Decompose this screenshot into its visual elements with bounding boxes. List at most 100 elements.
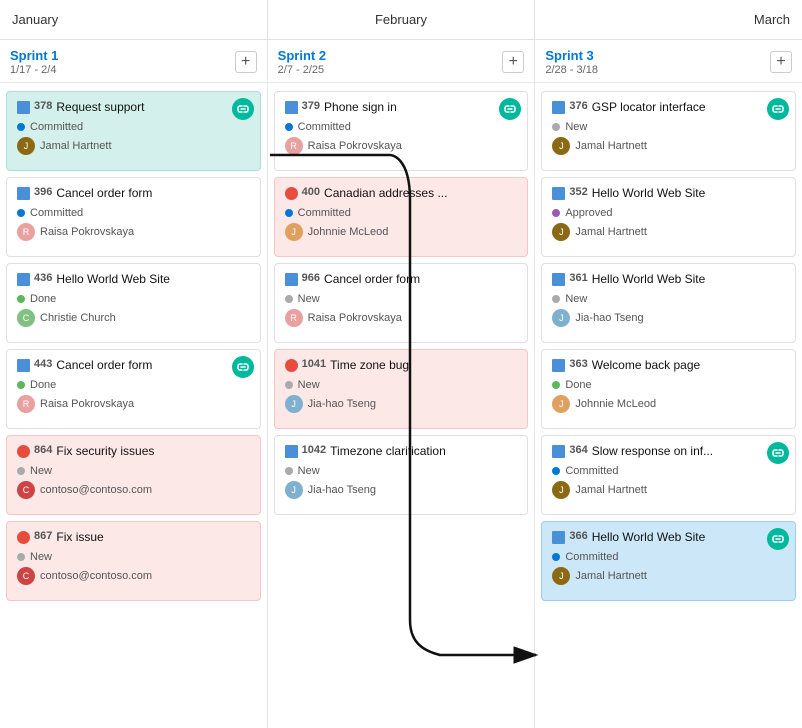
link-icon-364[interactable]: [767, 442, 789, 464]
task-icon: [552, 445, 565, 458]
card-363: 363 Welcome back page Done J Johnnie McL…: [541, 349, 796, 429]
status-dot: [17, 467, 25, 475]
sprint-2-column: Sprint 2 2/7 - 2/25 + 379 Phone sign in: [268, 40, 536, 728]
status-dot: [552, 123, 560, 131]
month-label-february: February: [375, 12, 427, 27]
bug-icon: [285, 359, 298, 372]
month-march: March: [535, 0, 802, 39]
status-dot: [17, 553, 25, 561]
task-icon: [285, 273, 298, 286]
card-966: 966 Cancel order form New R Raisa Pokrov…: [274, 263, 529, 343]
task-icon: [552, 531, 565, 544]
task-icon: [285, 101, 298, 114]
status-dot: [552, 209, 560, 217]
bug-icon: [17, 445, 30, 458]
card-864: 864 Fix security issues New C contoso@co…: [6, 435, 261, 515]
card-400: 400 Canadian addresses ... Committed J J…: [274, 177, 529, 257]
card-867: 867 Fix issue New C contoso@contoso.com: [6, 521, 261, 601]
sprint-2-header: Sprint 2 2/7 - 2/25 +: [268, 40, 535, 83]
month-january: January: [0, 0, 268, 39]
status-dot: [285, 123, 293, 131]
sprint-3-column: Sprint 3 2/28 - 3/18 + 376 GSP locator i…: [535, 40, 802, 728]
sprint-3-add-button[interactable]: +: [770, 51, 792, 73]
card-364: 364 Slow response on inf... Committed J …: [541, 435, 796, 515]
status-dot: [17, 123, 25, 131]
bug-icon: [285, 187, 298, 200]
card-366: 366 Hello World Web Site Committed J Jam…: [541, 521, 796, 601]
task-icon: [552, 187, 565, 200]
avatar: C: [17, 309, 35, 327]
avatar: J: [285, 223, 303, 241]
avatar: J: [552, 567, 570, 585]
status-dot: [17, 295, 25, 303]
avatar: R: [285, 137, 303, 155]
avatar: J: [552, 309, 570, 327]
month-february: February: [268, 0, 536, 39]
bug-icon: [17, 531, 30, 544]
task-icon: [285, 445, 298, 458]
card-443: 443 Cancel order form Done R Raisa Pokro…: [6, 349, 261, 429]
sprint-3-header: Sprint 3 2/28 - 3/18 +: [535, 40, 802, 83]
month-headers: January February March: [0, 0, 802, 40]
status-dot: [285, 381, 293, 389]
avatar: J: [552, 395, 570, 413]
card-379: 379 Phone sign in Committed R Raisa Pokr…: [274, 91, 529, 171]
avatar: J: [552, 481, 570, 499]
link-icon-379[interactable]: [499, 98, 521, 120]
status-dot: [285, 209, 293, 217]
task-icon: [552, 359, 565, 372]
sprint-1-dates: 1/17 - 2/4: [10, 64, 58, 76]
link-icon-366[interactable]: [767, 528, 789, 550]
avatar: R: [17, 395, 35, 413]
sprint-2-dates: 2/7 - 2/25: [278, 64, 326, 76]
card-376: 376 GSP locator interface New J Jamal Ha…: [541, 91, 796, 171]
status-dot: [17, 381, 25, 389]
task-icon: [552, 101, 565, 114]
avatar: C: [17, 567, 35, 585]
task-icon: [17, 273, 30, 286]
status-dot: [552, 467, 560, 475]
sprint-2-title: Sprint 2: [278, 48, 326, 63]
card-1042: 1042 Timezone clarification New J Jia-ha…: [274, 435, 529, 515]
sprint-3-dates: 2/28 - 3/18: [545, 64, 598, 76]
task-icon: [552, 273, 565, 286]
avatar: R: [285, 309, 303, 327]
sprint-2-add-button[interactable]: +: [502, 51, 524, 73]
avatar: J: [285, 395, 303, 413]
avatar: J: [552, 137, 570, 155]
status-dot: [552, 381, 560, 389]
sprint-1-header: Sprint 1 1/17 - 2/4 +: [0, 40, 267, 83]
status-dot: [552, 553, 560, 561]
sprint-columns: Sprint 1 1/17 - 2/4 + 378 Request suppor…: [0, 40, 802, 728]
link-icon-443[interactable]: [232, 356, 254, 378]
sprint-1-column: Sprint 1 1/17 - 2/4 + 378 Request suppor…: [0, 40, 268, 728]
card-1041: 1041 Time zone bug New J Jia-hao Tseng: [274, 349, 529, 429]
task-icon: [17, 187, 30, 200]
sprint-3-title: Sprint 3: [545, 48, 598, 63]
avatar: J: [17, 137, 35, 155]
card-361: 361 Hello World Web Site New J Jia-hao T…: [541, 263, 796, 343]
status-dot: [285, 295, 293, 303]
avatar: J: [552, 223, 570, 241]
card-436: 436 Hello World Web Site Done C Christie…: [6, 263, 261, 343]
link-icon-378[interactable]: [232, 98, 254, 120]
sprint-1-add-button[interactable]: +: [235, 51, 257, 73]
task-icon: [17, 101, 30, 114]
status-dot: [17, 209, 25, 217]
month-label-march: March: [754, 12, 790, 27]
sprint-2-cards: 379 Phone sign in Committed R Raisa Pokr…: [268, 83, 535, 728]
sprint-1-cards: 378 Request support Committed J Jamal Ha…: [0, 83, 267, 728]
task-icon: [17, 359, 30, 372]
sprint-1-title: Sprint 1: [10, 48, 58, 63]
avatar: C: [17, 481, 35, 499]
status-dot: [552, 295, 560, 303]
card-352: 352 Hello World Web Site Approved J Jama…: [541, 177, 796, 257]
sprint-3-cards: 376 GSP locator interface New J Jamal Ha…: [535, 83, 802, 728]
status-dot: [285, 467, 293, 475]
card-378: 378 Request support Committed J Jamal Ha…: [6, 91, 261, 171]
avatar: J: [285, 481, 303, 499]
month-label-january: January: [12, 12, 58, 27]
link-icon-376[interactable]: [767, 98, 789, 120]
avatar: R: [17, 223, 35, 241]
card-396: 396 Cancel order form Committed R Raisa …: [6, 177, 261, 257]
